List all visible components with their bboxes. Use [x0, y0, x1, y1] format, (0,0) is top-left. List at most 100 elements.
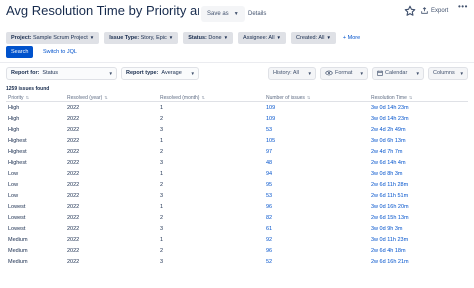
star-icon[interactable]	[404, 5, 416, 17]
table-body: High 2022 1 109 3w 0d 14h 23m High 2022 2 109 3w …	[6, 103, 468, 268]
details-button[interactable]: Details	[248, 6, 266, 22]
cell-number-of-issues[interactable]: 61	[266, 224, 272, 235]
cell-priority: Medium	[8, 237, 28, 243]
column-header-resolution-time[interactable]: Resolution Time ⇅	[371, 93, 412, 103]
report-type-value: Average	[161, 70, 182, 76]
columns-label: Columns	[433, 70, 455, 76]
cell-number-of-issues[interactable]: 94	[266, 169, 272, 180]
project-filter[interactable]: Project: Sample Scrum Project ▼	[6, 32, 100, 44]
cell-resolved-year: 2022	[67, 215, 80, 221]
more-filters-link[interactable]: + More	[341, 32, 360, 44]
status-filter-key: Status:	[188, 35, 207, 41]
history-select[interactable]: History: All ▼	[268, 67, 316, 80]
cell-number-of-issues[interactable]: 109	[266, 103, 275, 114]
cell-priority: Medium	[8, 248, 28, 254]
cell-resolved-year: 2022	[67, 237, 80, 243]
save-as-label: Save as	[207, 11, 229, 17]
save-as-button[interactable]: Save as ▼	[201, 6, 245, 22]
table-row: Low 2022 3 53 2w 6d 11h 51m	[6, 191, 468, 202]
cell-number-of-issues[interactable]: 48	[266, 158, 272, 169]
cell-resolved-year: 2022	[67, 226, 80, 232]
export-button[interactable]: Export	[421, 5, 448, 17]
issue-type-filter-value: Story, Epic	[140, 35, 167, 41]
cell-number-of-issues[interactable]: 109	[266, 114, 275, 125]
cell-resolution-time[interactable]: 2w 6d 14h 4m	[371, 158, 406, 169]
chevron-down-icon: ▼	[233, 11, 239, 17]
cell-resolved-month: 3	[160, 160, 164, 166]
report-for-select[interactable]: Report for: Status ▼	[6, 67, 117, 80]
cell-resolved-month: 1	[160, 138, 164, 144]
cell-number-of-issues[interactable]: 97	[266, 147, 272, 158]
switch-to-jql-link[interactable]: Switch to JQL	[43, 46, 77, 58]
calendar-button[interactable]: Calendar ▼	[372, 67, 424, 80]
cell-priority: Medium	[8, 259, 28, 265]
chevron-down-icon: ▼	[276, 35, 282, 40]
column-header-number-of-issues[interactable]: Number of issues ⇅	[266, 93, 310, 103]
table-row: High 2022 1 109 3w 0d 14h 23m	[6, 103, 468, 114]
cell-resolution-time[interactable]: 2w 6d 11h 28m	[371, 180, 408, 191]
cell-resolution-time[interactable]: 2w 4d 2h 49m	[371, 125, 406, 136]
cell-resolved-year: 2022	[67, 259, 80, 265]
cell-number-of-issues[interactable]: 105	[266, 136, 275, 147]
cell-resolution-time[interactable]: 3w 0d 6h 13m	[371, 136, 406, 147]
cell-number-of-issues[interactable]: 53	[266, 191, 272, 202]
cell-resolved-year: 2022	[67, 116, 80, 122]
cell-resolved-year: 2022	[67, 193, 80, 199]
cell-number-of-issues[interactable]: 53	[266, 125, 272, 136]
cell-resolution-time[interactable]: 3w 0d 9h 3m	[371, 224, 403, 235]
cell-resolution-time[interactable]: 3w 0d 14h 23m	[371, 114, 409, 125]
cell-resolved-month: 2	[160, 248, 164, 254]
cell-priority: Highest	[8, 138, 27, 144]
issue-type-filter[interactable]: Issue Type: Story, Epic ▼	[104, 32, 179, 44]
eye-icon	[325, 70, 333, 75]
cell-number-of-issues[interactable]: 95	[266, 180, 272, 191]
export-icon	[421, 7, 428, 14]
cell-number-of-issues[interactable]: 96	[266, 246, 272, 257]
cell-resolution-time[interactable]: 2w 6d 4h 18m	[371, 246, 406, 257]
cell-number-of-issues[interactable]: 82	[266, 213, 272, 224]
cell-resolution-time[interactable]: 2w 4d 7h 7m	[371, 147, 403, 158]
cell-resolved-month: 2	[160, 116, 164, 122]
table-row: Medium 2022 3 52 2w 6d 16h 21m	[6, 257, 468, 268]
table-row: Lowest 2022 1 96 3w 0d 16h 20m	[6, 202, 468, 213]
cell-number-of-issues[interactable]: 92	[266, 235, 272, 246]
column-header-priority[interactable]: Priority ⇅	[8, 93, 29, 103]
report-for-value: Status	[42, 70, 59, 76]
cell-resolution-time[interactable]: 3w 0d 16h 20m	[371, 202, 409, 213]
columns-button[interactable]: Columns ▼	[428, 67, 468, 80]
status-filter[interactable]: Status: Done ▼	[183, 32, 234, 44]
cell-priority: Lowest	[8, 226, 26, 232]
cell-resolution-time[interactable]: 2w 6d 16h 21m	[371, 257, 409, 268]
cell-number-of-issues[interactable]: 96	[266, 202, 272, 213]
page-header: Avg Resolution Time by Priority and Res.…	[0, 0, 474, 26]
format-button[interactable]: Format ▼	[320, 67, 368, 80]
cell-resolution-time[interactable]: 3w 0d 8h 3m	[371, 169, 403, 180]
chevron-down-icon: ▼	[190, 71, 195, 76]
cell-resolved-year: 2022	[67, 138, 80, 144]
cell-resolved-month: 2	[160, 215, 164, 221]
cell-resolution-time[interactable]: 2w 6d 11h 51m	[371, 191, 408, 202]
cell-resolved-month: 1	[160, 237, 164, 243]
search-button[interactable]: Search	[6, 46, 34, 58]
cell-resolved-year: 2022	[67, 149, 80, 155]
chevron-down-icon: ▼	[359, 71, 364, 76]
cell-number-of-issues[interactable]: 52	[266, 257, 272, 268]
assignee-filter[interactable]: Assignee: All ▼	[238, 32, 287, 44]
column-header-resolved-year[interactable]: Resolved (year) ⇅	[67, 93, 108, 103]
cell-resolution-time[interactable]: 3w 0d 11h 23m	[371, 235, 408, 246]
sort-icon: ⇅	[25, 95, 29, 100]
created-filter-value: Created: All	[296, 35, 325, 41]
cell-resolved-month: 1	[160, 171, 164, 177]
cell-resolution-time[interactable]: 3w 0d 14h 23m	[371, 103, 409, 114]
issues-found-count: 1259 issues found	[6, 86, 50, 92]
report-type-select[interactable]: Report type: Average ▼	[121, 67, 199, 80]
column-header-label: Resolved (month)	[160, 95, 200, 101]
column-header-resolved-month[interactable]: Resolved (month) ⇅	[160, 93, 205, 103]
sort-icon: ⇅	[201, 95, 205, 100]
more-options-icon[interactable]: •••	[458, 2, 468, 11]
cell-priority: High	[8, 116, 20, 122]
sort-icon: ⇅	[408, 95, 413, 100]
created-filter[interactable]: Created: All ▼	[291, 32, 336, 44]
cell-resolution-time[interactable]: 2w 6d 15h 13m	[371, 213, 409, 224]
cell-priority: High	[8, 105, 20, 111]
